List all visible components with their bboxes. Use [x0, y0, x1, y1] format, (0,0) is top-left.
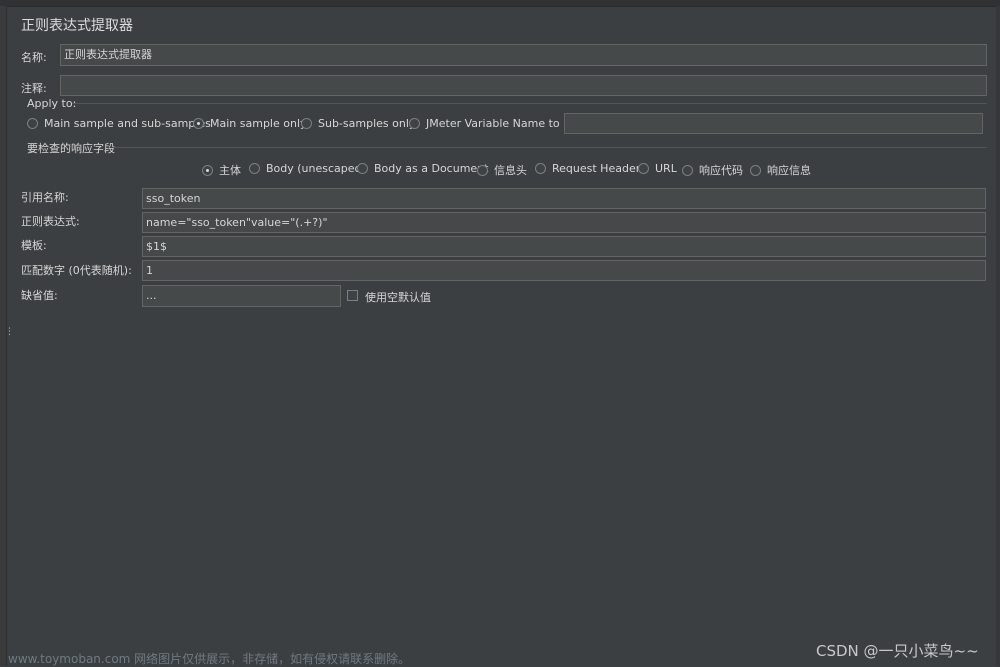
apply-to-label: Apply to: — [27, 97, 77, 110]
radio-circle-icon — [477, 164, 488, 176]
use-empty-default-label: 使用空默认值 — [365, 291, 431, 304]
match-no-label: 匹配数字 (0代表随机): — [21, 264, 132, 277]
radio-body-as-document[interactable]: Body as a Document — [357, 162, 488, 175]
radio-response-message[interactable]: 响应信息 — [750, 162, 811, 178]
splitter-handle-icon[interactable]: ⋮ — [5, 328, 14, 344]
name-label: 名称: — [21, 51, 47, 64]
field-check-divider — [113, 147, 987, 148]
watermark-left: www.toymoban.com 网络图片仅供展示，非存储，如有侵权请联系删除。 — [8, 652, 411, 666]
radio-label: URL — [655, 162, 677, 175]
radio-label: Main sample and sub-samples — [44, 117, 211, 130]
radio-label: Body as a Document — [374, 162, 489, 175]
default-value-label: 缺省值: — [21, 289, 58, 302]
radio-label: Main sample only — [210, 117, 307, 130]
regex-label: 正则表达式: — [21, 215, 80, 228]
radio-main-only[interactable]: Main sample only — [193, 117, 307, 130]
radio-circle-icon — [357, 163, 368, 174]
watermark-right: CSDN @一只小菜鸟~~ — [816, 642, 979, 660]
radio-jmeter-variable[interactable]: JMeter Variable Name to use — [409, 117, 583, 130]
ref-name-label: 引用名称: — [21, 191, 69, 204]
radio-label: 响应信息 — [767, 164, 811, 177]
radio-label: Body (unescaped) — [266, 162, 366, 175]
field-check-label: 要检查的响应字段 — [27, 142, 115, 155]
radio-label: 主体 — [219, 164, 241, 177]
toolbar-strip — [0, 0, 1000, 7]
radio-response-code[interactable]: 响应代码 — [682, 162, 743, 178]
scrollbar[interactable] — [996, 6, 1000, 666]
radio-circle-icon — [535, 163, 546, 174]
radio-body-unescaped[interactable]: Body (unescaped) — [249, 162, 366, 175]
radio-main-and-sub[interactable]: Main sample and sub-samples — [27, 117, 211, 130]
regex-field[interactable]: name="sso_token"value="(.+?)" — [142, 212, 986, 233]
template-label: 模板: — [21, 239, 47, 252]
radio-label: Request Headers — [552, 162, 646, 175]
radio-circle-icon — [249, 163, 260, 174]
match-no-field[interactable]: 1 — [142, 260, 986, 281]
radio-circle-icon — [27, 118, 38, 129]
comment-label: 注释: — [21, 82, 47, 95]
radio-selected-icon — [193, 118, 204, 129]
radio-url[interactable]: URL — [638, 162, 677, 175]
radio-label: 信息头 — [494, 164, 527, 177]
use-empty-default-checkbox[interactable] — [347, 290, 358, 301]
ref-name-field[interactable]: sso_token — [142, 188, 986, 209]
apply-to-divider — [72, 103, 987, 104]
radio-label: Sub-samples only — [318, 117, 416, 130]
radio-body[interactable]: 主体 — [202, 162, 241, 178]
template-field[interactable]: $1$ — [142, 236, 986, 257]
jmeter-variable-input[interactable] — [564, 113, 983, 134]
default-value-field[interactable]: ... — [142, 285, 341, 307]
radio-label: JMeter Variable Name to use — [426, 117, 583, 130]
radio-request-headers[interactable]: Request Headers — [535, 162, 646, 175]
radio-circle-icon — [750, 164, 761, 176]
radio-sub-only[interactable]: Sub-samples only — [301, 117, 415, 130]
radio-label: 响应代码 — [699, 164, 743, 177]
comment-field[interactable] — [60, 75, 987, 96]
name-field[interactable]: 正则表达式提取器 — [60, 44, 987, 66]
radio-headers[interactable]: 信息头 — [477, 162, 527, 178]
radio-selected-icon — [202, 164, 213, 176]
radio-circle-icon — [409, 118, 420, 129]
page-title: 正则表达式提取器 — [21, 18, 133, 34]
radio-circle-icon — [682, 164, 693, 176]
radio-circle-icon — [638, 163, 649, 174]
radio-circle-icon — [301, 118, 312, 129]
